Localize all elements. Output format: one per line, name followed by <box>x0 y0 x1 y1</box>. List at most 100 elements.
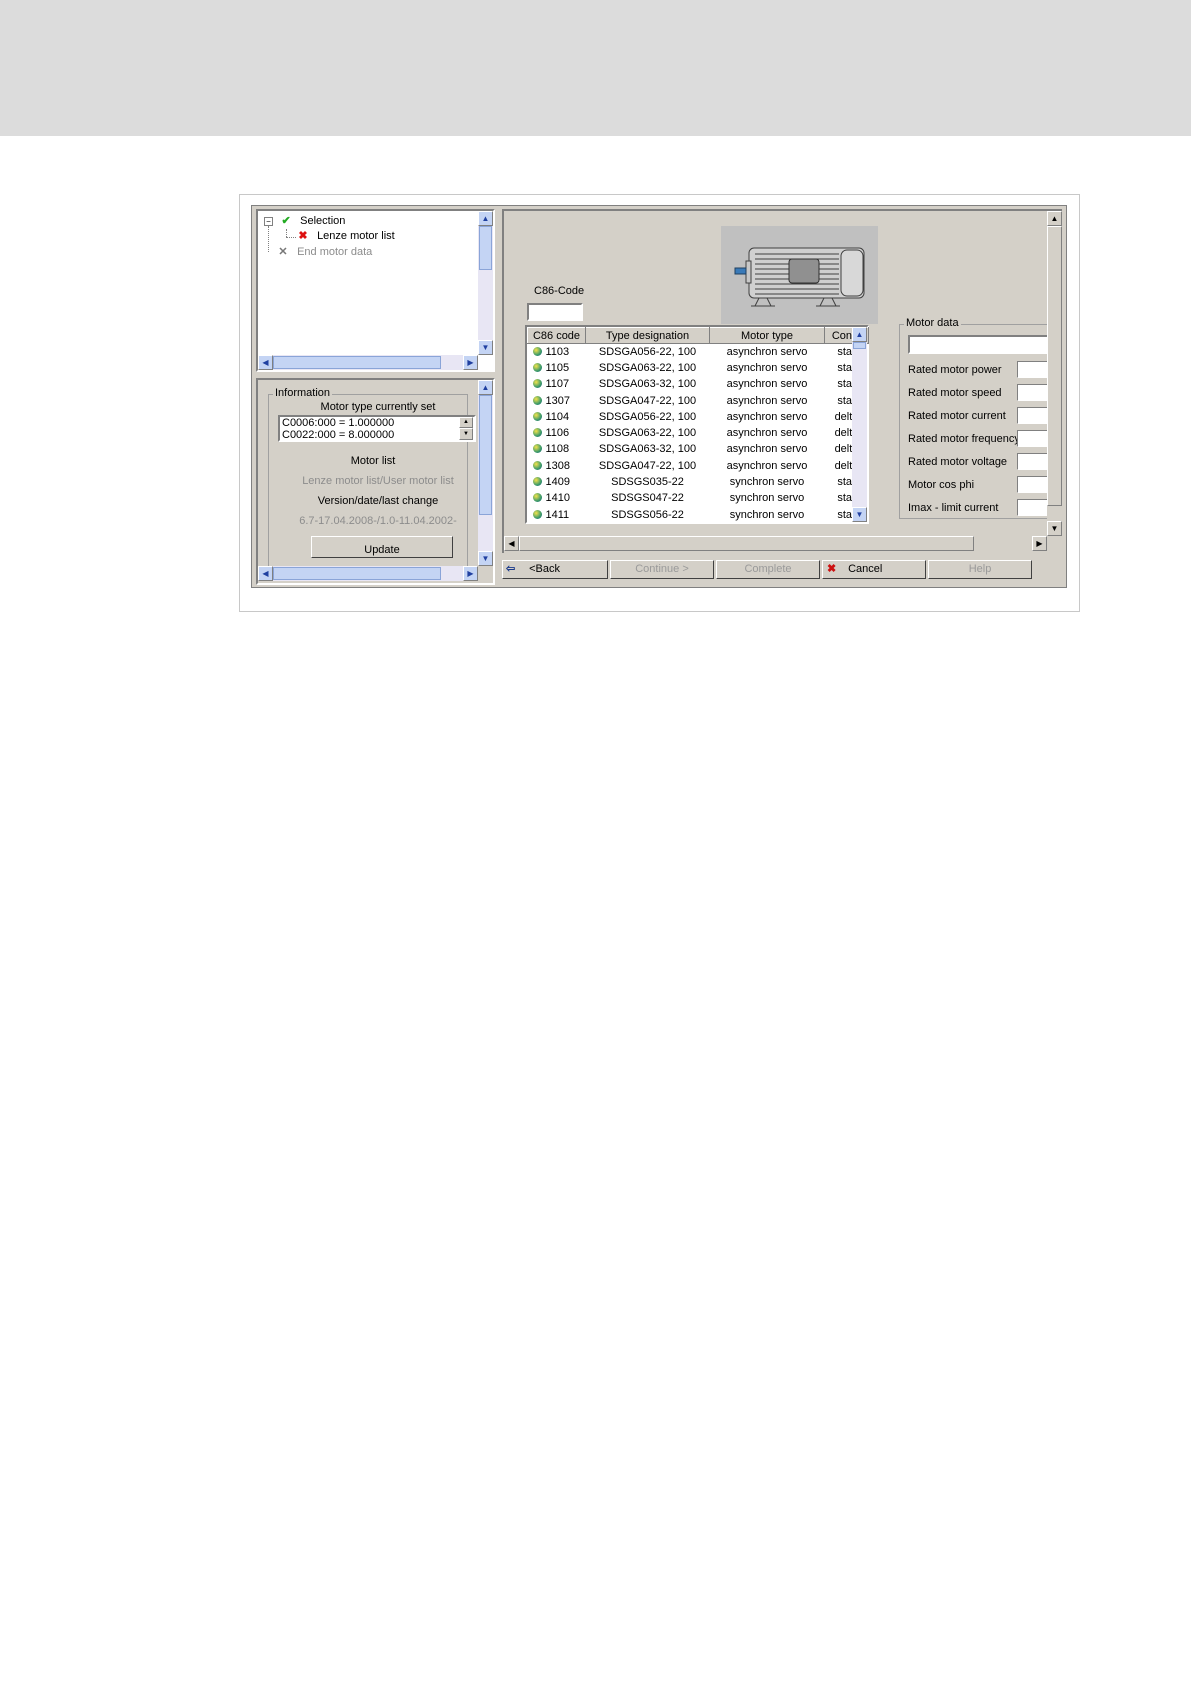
table-row[interactable]: 1411 SDSGS056-22 synchron servo star <box>528 506 869 522</box>
motor-list-vertical-scrollbar[interactable]: ▲ ▼ <box>852 327 867 522</box>
motor-data-field[interactable] <box>1017 407 1047 424</box>
motor-data-field[interactable] <box>1017 384 1047 401</box>
scroll-left-icon[interactable]: ◀ <box>258 355 273 370</box>
scroll-down-icon[interactable]: ▼ <box>478 551 493 566</box>
tree-item-end-motor-data[interactable]: ✕ End motor data <box>276 245 372 260</box>
table-row[interactable]: 1410 SDSGS047-22 synchron servo star <box>528 490 869 506</box>
scroll-left-icon[interactable]: ◀ <box>504 536 519 551</box>
column-header-c86-code[interactable]: C86 code <box>527 327 586 344</box>
table-row[interactable]: 1108 SDSGA063-32, 100 asynchron servo delta <box>528 441 869 457</box>
tree-connector <box>268 226 269 252</box>
motor-data-field[interactable] <box>1017 430 1047 447</box>
motor-data-field[interactable] <box>1017 499 1047 516</box>
row-code: 1410 <box>545 492 570 505</box>
row-motor-type: synchron servo <box>729 508 805 521</box>
row-code-cell: 1107 <box>528 376 586 392</box>
table-row[interactable]: 1307 SDSGA047-22, 100 asynchron servo star <box>528 392 869 408</box>
tree-vertical-scrollbar[interactable]: ▲ ▼ <box>478 211 493 355</box>
continue-button[interactable]: Continue > <box>610 560 714 579</box>
row-motor-type: asynchron servo <box>726 459 808 472</box>
row-code-cell: 1105 <box>528 360 586 376</box>
scroll-right-icon[interactable]: ▶ <box>463 355 478 370</box>
scroll-down-icon[interactable]: ▼ <box>459 428 473 440</box>
table-row[interactable]: 1106 SDSGA063-22, 100 asynchron servo delta <box>528 425 869 441</box>
table-row[interactable]: 1409 SDSGS035-22 synchron servo star <box>528 474 869 490</box>
row-motor-type: asynchron servo <box>726 345 808 358</box>
scroll-up-icon[interactable]: ▲ <box>478 380 493 395</box>
scroll-thumb[interactable] <box>1047 226 1062 506</box>
motor-status-icon <box>532 509 542 519</box>
tree-collapse-icon[interactable]: − <box>264 217 273 226</box>
scroll-right-icon[interactable]: ▶ <box>463 566 478 581</box>
row-code-cell: 1410 <box>528 490 586 506</box>
scroll-down-icon[interactable]: ▼ <box>1047 521 1062 536</box>
scroll-up-icon[interactable]: ▲ <box>1047 211 1062 226</box>
scroll-thumb[interactable] <box>519 536 974 551</box>
scroll-thumb[interactable] <box>479 395 492 515</box>
row-code: 1307 <box>545 394 570 407</box>
row-code-cell: 1411 <box>528 506 586 522</box>
main-horizontal-scrollbar[interactable]: ◀ ▶ <box>504 536 1047 551</box>
tree-item-label: Selection <box>300 215 346 227</box>
row-code-cell: 1108 <box>528 441 586 457</box>
row-code-cell: 1103 <box>528 344 586 360</box>
table-row[interactable]: 1103 SDSGA056-22, 100 asynchron servo star <box>528 344 869 360</box>
motor-data-field[interactable] <box>1017 361 1047 378</box>
tree-horizontal-scrollbar[interactable]: ◀ ▶ <box>258 355 478 370</box>
column-header-motor-type[interactable]: Motor type <box>709 327 825 344</box>
tree-item-selection[interactable]: − ✔ Selection <box>264 214 345 229</box>
scroll-left-icon[interactable]: ◀ <box>258 566 273 581</box>
back-button-label: <Back <box>529 563 560 575</box>
motor-data-field[interactable] <box>1017 453 1047 470</box>
scroll-thumb[interactable] <box>273 356 441 369</box>
scroll-thumb[interactable] <box>479 226 492 270</box>
row-code-cell: 1308 <box>528 458 586 474</box>
motor-status-icon <box>532 346 542 356</box>
motor-icon <box>734 247 865 307</box>
motor-status-icon <box>532 379 542 389</box>
table-row[interactable]: 1104 SDSGA056-22, 100 asynchron servo delta <box>528 409 869 425</box>
table-row[interactable]: 1107 SDSGA063-32, 100 asynchron servo star <box>528 376 869 392</box>
scroll-right-icon[interactable]: ▶ <box>1032 536 1047 551</box>
cancel-button[interactable]: ✖ Cancel <box>822 560 926 579</box>
update-button[interactable]: Update <box>311 536 453 558</box>
tree-item-lenze-motor-list[interactable]: ✖ Lenze motor list <box>296 229 394 244</box>
c86-code-input[interactable] <box>527 303 583 321</box>
row-type-designation: SDSGA047-22, 100 <box>598 459 697 472</box>
row-code: 1411 <box>545 508 570 521</box>
scroll-down-icon[interactable]: ▼ <box>478 340 493 355</box>
row-code: 1106 <box>545 427 570 440</box>
motor-status-icon <box>532 477 542 487</box>
info-horizontal-scrollbar[interactable]: ◀ ▶ <box>258 566 478 581</box>
scroll-up-icon[interactable]: ▲ <box>852 327 867 342</box>
table-row[interactable]: 1308 SDSGA047-22, 100 asynchron servo delta <box>528 458 869 474</box>
row-code: 1104 <box>545 410 570 423</box>
back-arrow-icon: ⇦ <box>506 563 516 575</box>
motor-list-value: Lenze motor list/User motor list <box>302 475 454 487</box>
cancel-icon: ✖ <box>827 563 837 575</box>
complete-button[interactable]: Complete <box>716 560 820 579</box>
table-row[interactable]: 1105 SDSGA063-22, 100 asynchron servo star <box>528 360 869 376</box>
motor-data-title: Motor data <box>904 317 961 329</box>
row-type-designation: SDSGA047-22, 100 <box>598 394 697 407</box>
scroll-up-icon[interactable]: ▲ <box>478 211 493 226</box>
help-button[interactable]: Help <box>928 560 1032 579</box>
row-motor-type: synchron servo <box>729 476 805 489</box>
column-header-type-designation[interactable]: Type designation <box>585 327 710 344</box>
info-panel: Information Motor type currently set C00… <box>256 378 495 585</box>
code-line: C0022:000 = 8.000000 <box>282 429 395 441</box>
motor-status-icon <box>532 395 542 405</box>
tree-connector <box>286 229 287 237</box>
scroll-up-icon[interactable]: ▲ <box>459 417 473 428</box>
info-vertical-scrollbar[interactable]: ▲ ▼ <box>478 380 493 566</box>
back-button[interactable]: ⇦ <Back <box>502 560 608 579</box>
motor-data-field[interactable] <box>1017 476 1047 493</box>
wizard-tree: − ✔ Selection ✖ Lenze motor list ✕ End m… <box>256 209 495 372</box>
scroll-down-icon[interactable]: ▼ <box>852 507 867 522</box>
scroll-thumb[interactable] <box>273 567 441 580</box>
main-vertical-scrollbar[interactable]: ▲ ▼ <box>1047 211 1062 536</box>
checkmark-icon: ✔ <box>281 215 291 227</box>
row-code-cell: 1409 <box>528 474 586 490</box>
scroll-thumb[interactable] <box>853 342 866 349</box>
motor-name-field[interactable] <box>908 335 1049 354</box>
